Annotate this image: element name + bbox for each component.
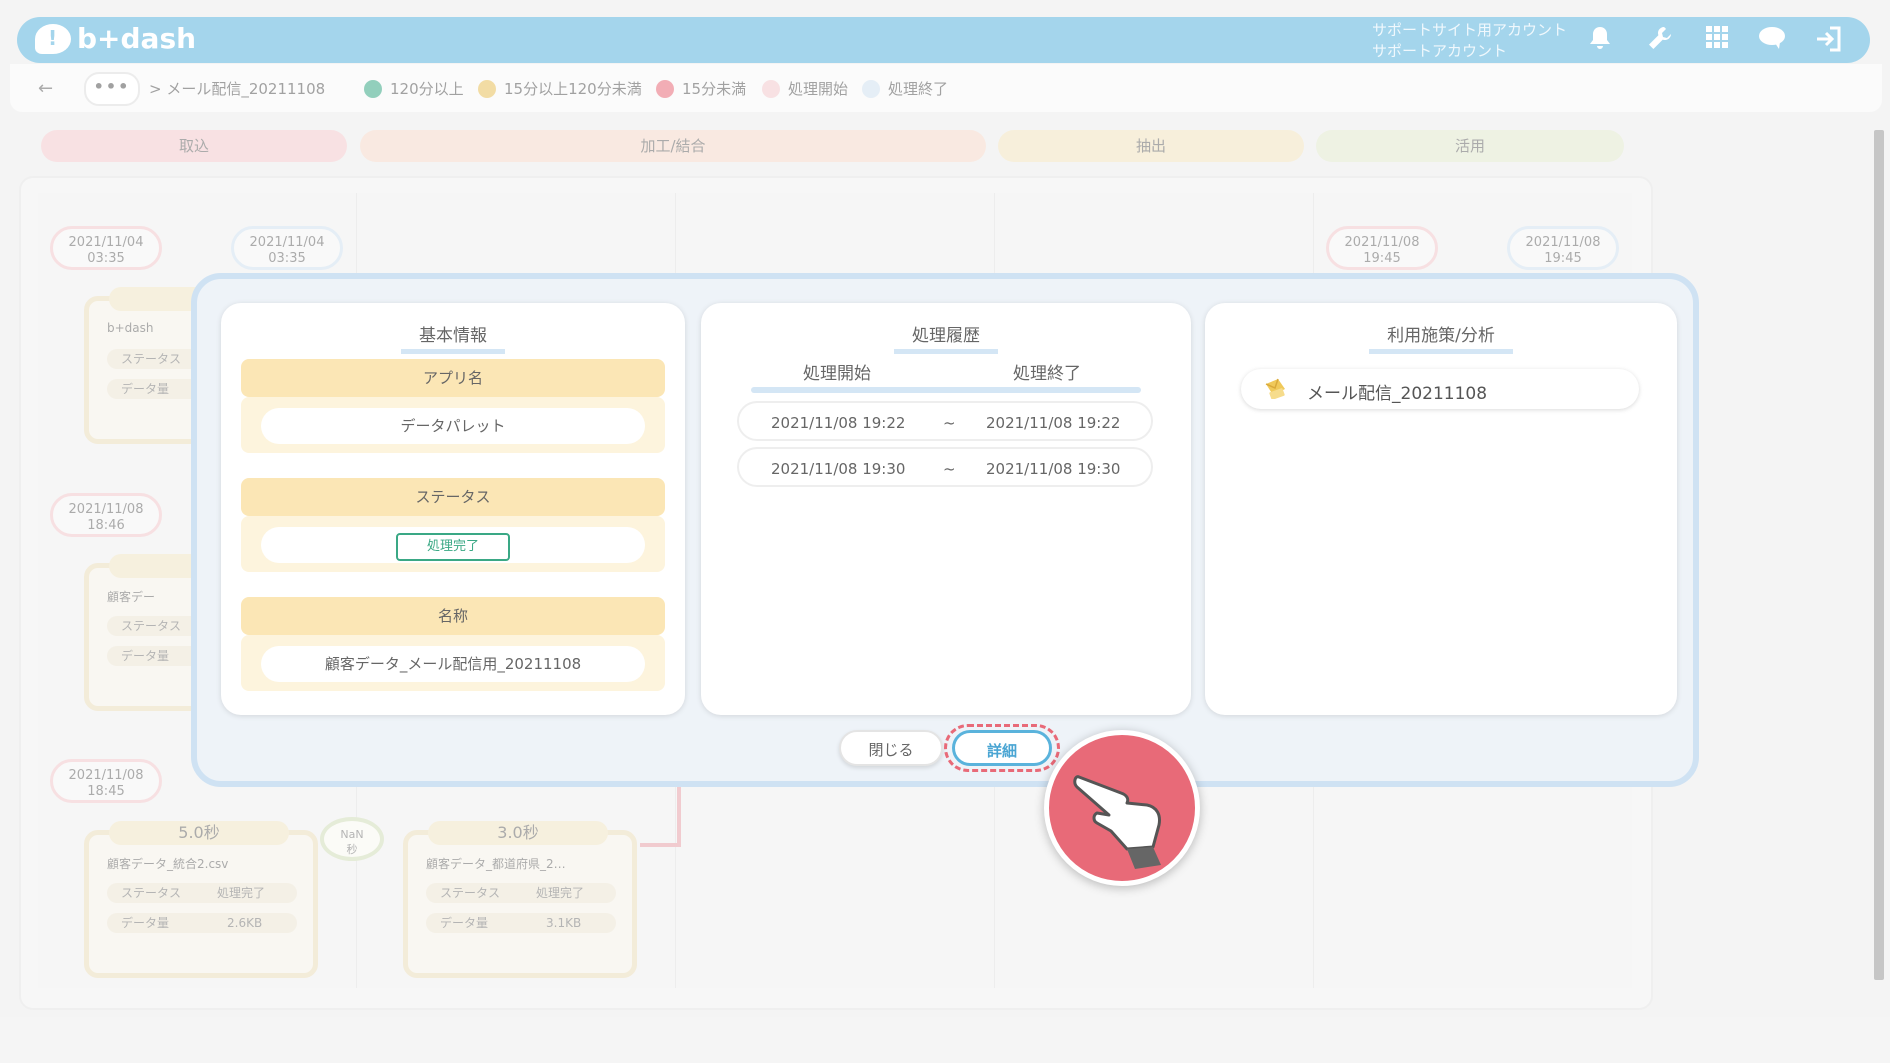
history-row: 2021/11/08 19:30 ~ 2021/11/08 19:30 [737, 447, 1153, 487]
usage-title: 利用施策/分析 [1205, 321, 1677, 354]
app-name-box: データパレット [241, 397, 665, 453]
history-row: 2021/11/08 19:22 ~ 2021/11/08 19:22 [737, 401, 1153, 441]
name-label: 名称 [241, 597, 665, 635]
usage-item-label: メール配信_20211108 [1307, 384, 1488, 404]
name-value: 顧客データ_メール配信用_20211108 [261, 646, 645, 682]
history-title: 処理履歴 [701, 321, 1191, 354]
usage-panel: 利用施策/分析 メール配信_20211108 [1205, 303, 1677, 715]
envelope-icon [1263, 377, 1289, 404]
name-box: 顧客データ_メール配信用_20211108 [241, 635, 665, 691]
close-button[interactable]: 閉じる [839, 730, 943, 766]
page-scrollbar-thumb[interactable] [1874, 130, 1884, 980]
detail-button[interactable]: 詳細 [952, 730, 1052, 766]
pointer-hand-icon [1044, 730, 1200, 886]
status-badge: 処理完了 [396, 533, 510, 561]
usage-item[interactable]: メール配信_20211108 [1241, 369, 1639, 409]
status-pill: 処理完了 [261, 527, 645, 563]
basic-info-title: 基本情報 [221, 321, 685, 354]
app-name-value: データパレット [261, 408, 645, 444]
basic-info-panel: 基本情報 アプリ名 データパレット ステータス 処理完了 名称 顧客データ_メー… [221, 303, 685, 715]
status-label: ステータス [241, 478, 665, 516]
status-box: 処理完了 [241, 516, 665, 572]
app-name-label: アプリ名 [241, 359, 665, 397]
history-header-underline [751, 387, 1141, 393]
history-panel: 処理履歴 処理開始 処理終了 2021/11/08 19:22 ~ 2021/1… [701, 303, 1191, 715]
history-end-header: 処理終了 [1013, 364, 1081, 384]
detail-modal: 基本情報 アプリ名 データパレット ステータス 処理完了 名称 顧客データ_メー… [191, 273, 1699, 787]
history-start-header: 処理開始 [803, 364, 871, 384]
